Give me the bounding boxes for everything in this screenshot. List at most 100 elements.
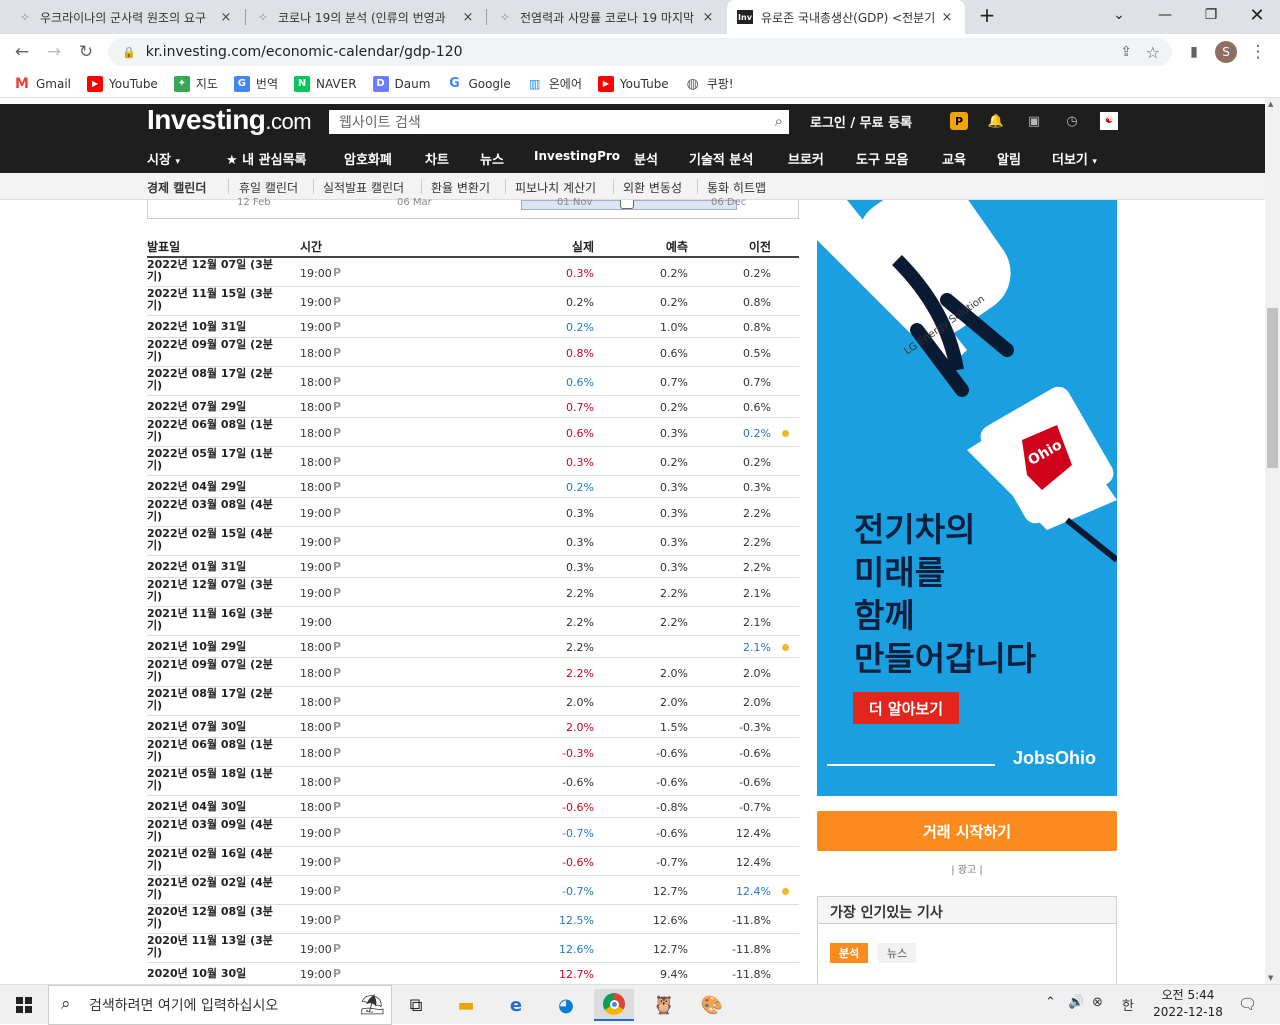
subnav-fibonacci[interactable]: 피보나치 계산기 [515,179,596,196]
nav-crypto[interactable]: 암호화폐 [344,149,392,168]
bookmark-daum[interactable]: D Daum [372,75,430,92]
investing-logo[interactable]: Investing .com [147,104,312,140]
tab-close-icon[interactable]: × [939,10,955,25]
header-time[interactable]: 시간 [300,238,322,255]
revision-dot-icon[interactable] [782,644,789,651]
back-arrow-icon[interactable]: ← [8,38,36,66]
bell-icon[interactable]: 🔔 [987,112,1005,130]
start-trading-button[interactable]: 거래 시작하기 [817,811,1117,851]
bookmark-youtube[interactable]: ▶ YouTube [87,75,158,92]
browser-tab-2[interactable]: ⁘ 코로나 19의 분석 (인류의 번영과 × [246,0,486,34]
tray-chevron-up-icon[interactable]: ⌃ [1045,995,1056,1010]
nav-more[interactable]: 더보기 ▾ [1052,149,1097,168]
notification-icon[interactable]: 🗨 [1238,995,1257,1013]
cell-time: 19:00 [300,561,332,574]
nav-watchlist[interactable]: ★ 내 관심목록 [226,149,307,168]
subnav-currency-converter[interactable]: 환율 변환기 [431,179,490,196]
ime-indicator[interactable]: 한 [1122,995,1134,1014]
chrome-icon[interactable] [594,989,634,1021]
revision-dot-icon[interactable] [782,888,789,895]
subnav-fx-volatility[interactable]: 외환 변동성 [623,179,682,196]
taskbar-search-input[interactable]: ⌕ 검색하려면 여기에 입력하십시오 ⛱ [48,985,392,1025]
forward-arrow-icon[interactable]: → [40,38,68,66]
url-omnibox[interactable]: 🔒 kr.investing.com/economic-calendar/gdp… [108,38,1172,66]
scroll-thumb[interactable] [1267,308,1278,468]
profile-avatar[interactable]: S [1212,38,1240,66]
nav-alerts[interactable]: 알림 [997,149,1021,168]
tab-close-icon[interactable]: × [700,10,716,25]
revision-dot-icon[interactable] [782,430,789,437]
subnav-heatmap[interactable]: 통화 히트맵 [707,179,766,196]
bookmark-youtube-2[interactable]: ▶ YouTube [597,75,669,92]
site-search-input[interactable]: 웹사이트 검색 ⌕ [329,110,789,134]
share-icon[interactable]: ⇪ [1120,44,1132,60]
volume-icon[interactable]: 🔊 [1068,995,1084,1010]
cell-previous: 0.3% [743,481,771,494]
menu-kebab-icon[interactable]: ⋮ [1244,38,1272,66]
nav-tools[interactable]: 도구 모음 [856,149,908,168]
restore-icon[interactable]: ❐ [1188,0,1234,30]
tab-news[interactable]: 뉴스 [878,943,917,963]
bookmark-gmail[interactable]: M Gmail [14,76,71,92]
nav-brokers[interactable]: 브로커 [788,149,824,168]
reload-icon[interactable]: ↻ [72,38,100,66]
side-panel-icon[interactable]: ▮ [1180,38,1208,66]
paint-icon[interactable]: 🎨 [692,989,732,1021]
header-previous[interactable]: 이전 [749,238,771,255]
subnav-earnings-calendar[interactable]: 실적발표 캘린더 [323,179,404,196]
browser-tab-active[interactable]: Inv 유로존 국내총생산(GDP) <전분기 × [727,0,965,34]
clock-icon[interactable]: ◷ [1063,112,1081,130]
new-tab-button[interactable]: + [972,0,1002,30]
investing-pro-icon[interactable]: P [950,112,968,130]
nav-analysis[interactable]: 분석 [634,149,658,168]
nav-markets[interactable]: 시장 ▾ [147,149,180,168]
lock-icon[interactable]: 🔒 [122,46,136,59]
lg-energy-ad[interactable]: LG Energy Solution Ohio 전기차의 미래를 함께 만들어갑… [817,200,1117,796]
windows-start-button[interactable] [0,985,48,1025]
bookmark-coupang[interactable]: ◍ 쿠팡! [685,75,734,92]
tab-close-icon[interactable]: × [218,10,234,25]
windows-logo-icon [16,997,32,1013]
taskbar-clock[interactable]: 오전 5:44 2022-12-18 [1150,987,1226,1021]
tab-close-icon[interactable]: × [460,10,476,25]
file-explorer-icon[interactable]: ▬ [446,989,486,1021]
tab-analysis[interactable]: 분석 [830,943,869,963]
header-date[interactable]: 발표일 [147,238,180,255]
task-view-icon[interactable]: ⧉ [396,989,436,1021]
nav-charts[interactable]: 차트 [425,149,449,168]
korea-flag-icon[interactable]: ☯ [1100,112,1118,130]
scroll-up-icon[interactable]: ▲ [1268,100,1273,108]
preliminary-icon: P [333,884,342,897]
hwp-owl-icon[interactable]: 🦉 [644,989,684,1021]
subnav-holiday-calendar[interactable]: 휴일 캘린더 [239,179,298,196]
search-icon[interactable]: ⌕ [775,112,783,130]
bookmark-naver[interactable]: N NAVER [294,75,357,92]
cell-forecast: -0.6% [656,747,688,760]
bookmark-star-icon[interactable]: ☆ [1146,43,1160,62]
briefcase-icon[interactable]: ▣ [1025,112,1043,130]
range-handle[interactable] [620,200,634,209]
header-actual[interactable]: 실제 [572,238,594,255]
bookmark-maps[interactable]: ✦ 지도 [173,75,218,92]
login-register-link[interactable]: 로그인 / 무료 등록 [810,112,912,131]
nav-technical[interactable]: 기술적 분석 [689,149,753,168]
tab-search-chevron-icon[interactable]: ⌄ [1096,0,1142,30]
minimize-icon[interactable]: — [1142,0,1188,30]
bookmark-translate[interactable]: G 번역 [233,75,278,92]
nav-education[interactable]: 교육 [942,149,966,168]
nav-news[interactable]: 뉴스 [480,149,504,168]
subnav-economic-calendar[interactable]: 경제 캘린더 [147,179,206,196]
window-close-icon[interactable]: ✕ [1234,0,1280,30]
page-scrollbar[interactable]: ▲ ▼ [1265,98,1280,984]
ad-learn-more-button[interactable]: 더 알아보기 [853,692,959,724]
scroll-down-icon[interactable]: ▼ [1268,974,1273,982]
browser-tab-1[interactable]: ⁘ 우크라이나의 군사력 원조의 요구 × [8,0,244,34]
browser-tab-3[interactable]: ⁘ 전염력과 사망률 코로나 19 마지막 × [488,0,726,34]
bookmark-google[interactable]: G Google [446,76,511,92]
nav-investingpro[interactable]: InvestingPro [534,149,620,163]
network-off-icon[interactable]: ⊗ [1092,995,1103,1010]
ie-icon[interactable]: e [496,989,536,1021]
header-forecast[interactable]: 예측 [666,238,688,255]
edge-icon[interactable]: ◕ [546,989,586,1021]
bookmark-onair[interactable]: ▥ 온에어 [527,75,582,92]
